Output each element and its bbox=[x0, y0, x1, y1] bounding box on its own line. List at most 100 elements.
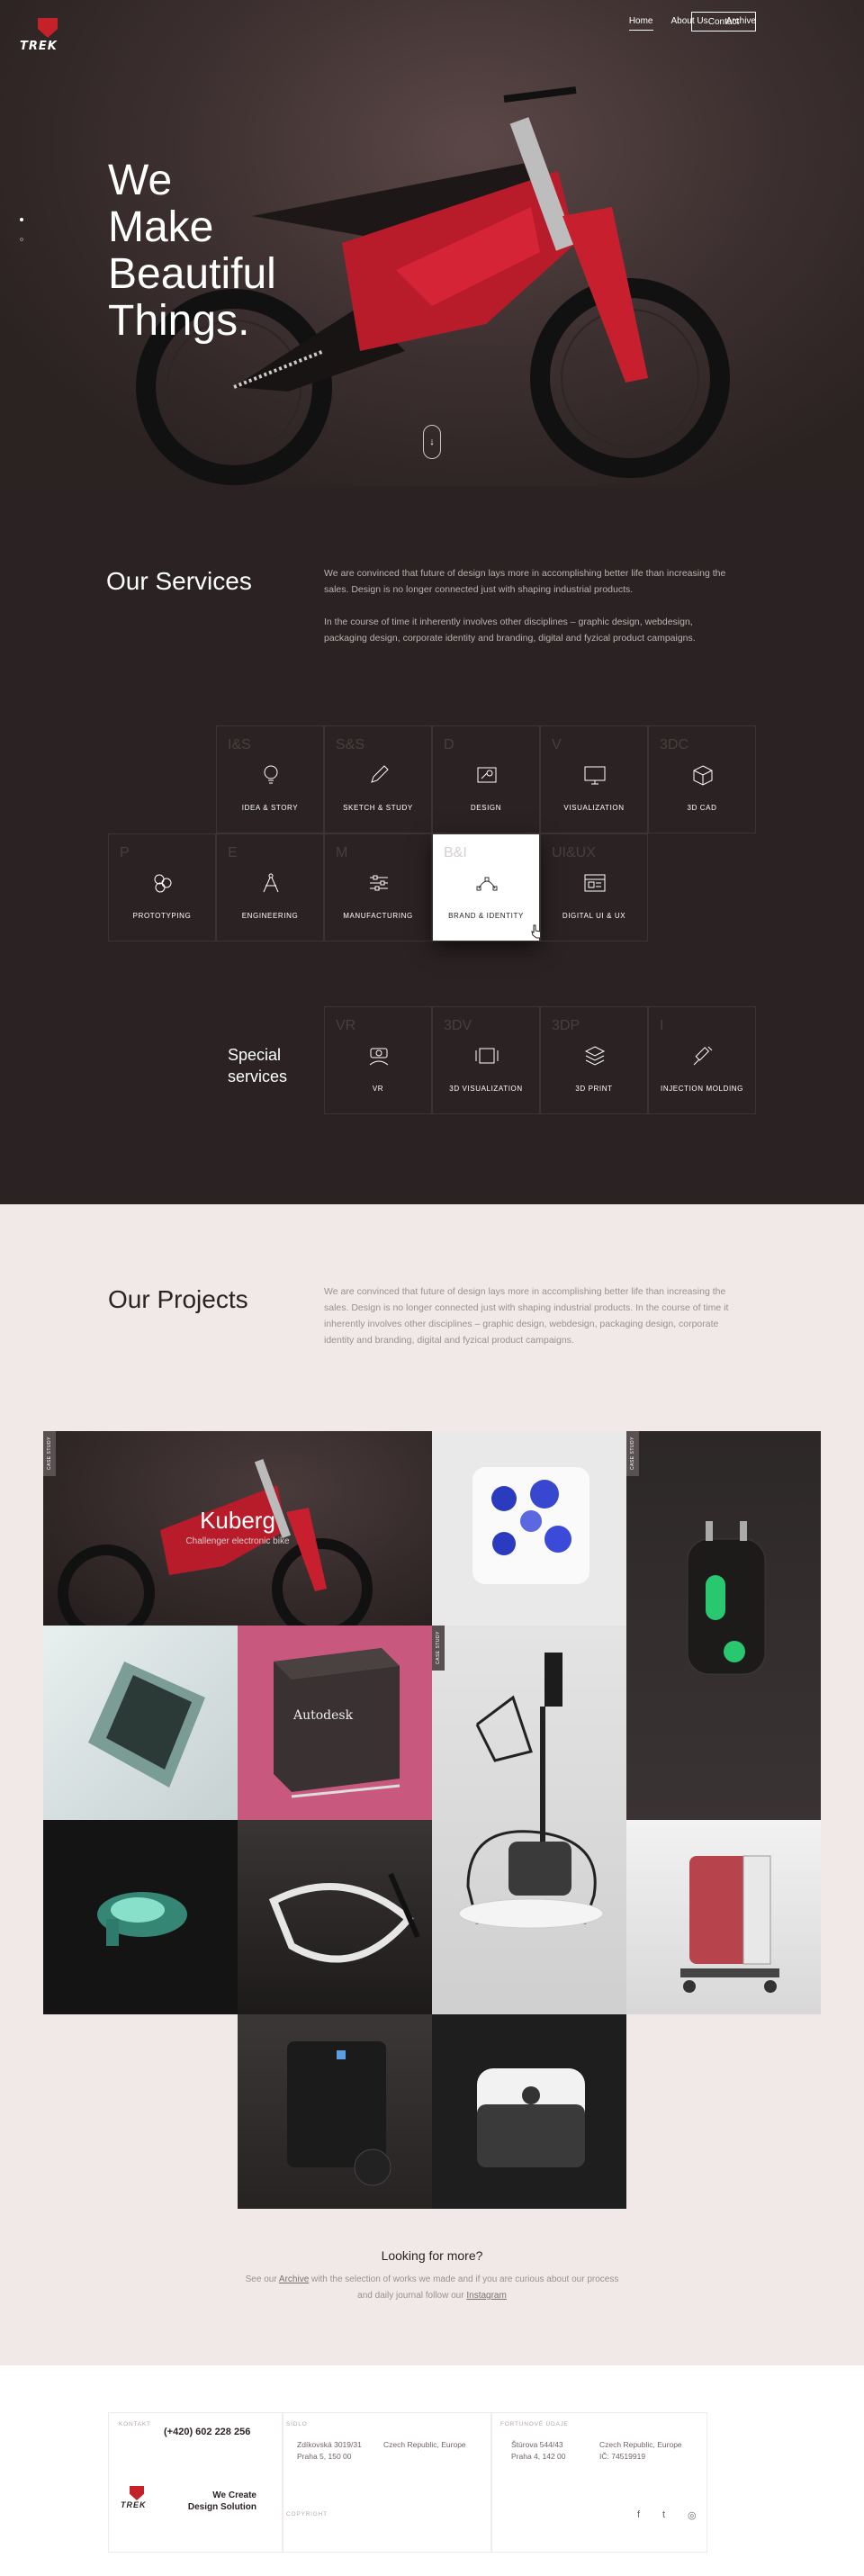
trek-logo[interactable]: TREK bbox=[20, 18, 83, 53]
services-text-2: In the course of time it inherently invo… bbox=[324, 617, 696, 644]
project-glass-panel[interactable] bbox=[43, 1626, 238, 1820]
service-letters: P bbox=[120, 845, 130, 860]
project-red-cart[interactable] bbox=[626, 1820, 821, 2014]
nav-home[interactable]: Home bbox=[628, 16, 653, 31]
scroll-down-button[interactable]: ↓ bbox=[423, 425, 441, 459]
project-black-unit[interactable] bbox=[238, 2014, 432, 2209]
contact-button[interactable]: Contact bbox=[691, 12, 756, 32]
services-text-1: We are convinced that future of design l… bbox=[324, 568, 726, 595]
footer: KONTAKT (+420) 602 228 256 TREK We Creat… bbox=[0, 2365, 864, 2576]
special-3d-print[interactable]: 3DP 3D PRINT bbox=[540, 1006, 648, 1114]
service-label: INJECTION MOLDING bbox=[661, 1085, 743, 1093]
slider-dot-active[interactable] bbox=[20, 218, 23, 221]
case-study-badge: CASE STUDY bbox=[43, 1431, 56, 1476]
project-green-lens[interactable] bbox=[43, 1820, 238, 2014]
service-label: 3D VISUALIZATION bbox=[449, 1085, 523, 1093]
service-manufacturing[interactable]: M MANUFACTURING bbox=[324, 833, 432, 941]
office-address-line2: Praha 4, 142 00 bbox=[511, 2452, 566, 2461]
monitor-icon bbox=[584, 766, 606, 785]
service-label: VISUALIZATION bbox=[563, 804, 625, 812]
service-idea-story[interactable]: I&S IDEA & STORY bbox=[216, 725, 324, 833]
service-label: ENGINEERING bbox=[241, 912, 299, 920]
hero-title: We Make Beautiful Things. bbox=[108, 157, 276, 345]
compass-icon bbox=[263, 873, 279, 893]
slider-dots bbox=[20, 218, 23, 257]
projector-image bbox=[477, 2068, 585, 2167]
project-stand[interactable]: CASE STUDY bbox=[432, 1626, 626, 2014]
sidlo-address-line2: Praha 5, 150 00 bbox=[297, 2452, 352, 2461]
shield-icon bbox=[38, 18, 58, 38]
sidlo-address-line1: Zdíkovská 3019/31 bbox=[297, 2440, 362, 2449]
services-section: Our Services We are convinced that futur… bbox=[0, 486, 864, 1204]
office-country: Czech Republic, Europe bbox=[599, 2440, 682, 2449]
shield-icon bbox=[130, 2486, 144, 2500]
service-sketch-study[interactable]: S&S SKETCH & STUDY bbox=[324, 725, 432, 833]
red-cart-image bbox=[680, 1855, 779, 1993]
service-letters: VR bbox=[336, 1018, 356, 1033]
syringe-icon bbox=[693, 1046, 713, 1066]
service-label: BRAND & IDENTITY bbox=[448, 912, 524, 920]
service-label: DESIGN bbox=[470, 804, 502, 812]
service-label: 3D CAD bbox=[687, 804, 717, 812]
project-kuberg[interactable]: CASE STUDY Kuberg Challenger electronic … bbox=[43, 1431, 432, 1626]
services-description: We are convinced that future of design l… bbox=[324, 565, 738, 646]
design-icon bbox=[477, 767, 497, 783]
green-device-image bbox=[687, 1521, 766, 1675]
service-visualization[interactable]: V VISUALIZATION bbox=[540, 725, 648, 833]
service-engineering[interactable]: E ENGINEERING bbox=[216, 833, 324, 941]
projects-title: Our Projects bbox=[108, 1285, 248, 1313]
office-label: FORTUNOVÉ ÚDAJE bbox=[500, 2421, 569, 2427]
service-letters: D bbox=[444, 737, 454, 752]
service-letters: S&S bbox=[336, 737, 365, 752]
special-3d-visualization[interactable]: 3DV 3D VISUALIZATION bbox=[432, 1006, 540, 1114]
service-letters: 3DC bbox=[660, 737, 689, 752]
project-plant-pot[interactable] bbox=[432, 1431, 626, 1626]
more-text-mid2: and daily journal follow our bbox=[357, 2291, 467, 2301]
project-green-device[interactable]: CASE STUDY bbox=[626, 1431, 821, 1820]
instagram-link[interactable]: Instagram bbox=[466, 2291, 506, 2301]
arrow-down-icon: ↓ bbox=[429, 437, 435, 447]
office-address: Štúrova 544/43 Praha 4, 142 00 bbox=[511, 2439, 566, 2463]
special-vr[interactable]: VR VR bbox=[324, 1006, 432, 1114]
service-letters: 3DP bbox=[552, 1018, 580, 1033]
service-label: DIGITAL UI & UX bbox=[562, 912, 626, 920]
service-3d-cad[interactable]: 3DC 3D CAD bbox=[648, 725, 756, 833]
service-brand-identity[interactable]: B&I BRAND & IDENTITY bbox=[432, 833, 542, 941]
service-label: PROTOTYPING bbox=[132, 912, 192, 920]
footer-logo[interactable]: TREK bbox=[121, 2486, 147, 2509]
twitter-icon[interactable]: t bbox=[662, 2509, 665, 2520]
logo-text: TREK bbox=[20, 40, 58, 53]
green-lens-image bbox=[97, 1892, 187, 1946]
project-projector[interactable] bbox=[432, 2014, 626, 2209]
service-letters: E bbox=[228, 845, 238, 860]
service-prototyping[interactable]: P PROTOTYPING bbox=[108, 833, 216, 941]
service-label: IDEA & STORY bbox=[241, 804, 299, 812]
special-services-title: Special services bbox=[228, 1046, 288, 1085]
phone-number[interactable]: (+420) 602 228 256 bbox=[164, 2427, 250, 2437]
sidlo-country: Czech Republic, Europe bbox=[383, 2440, 466, 2449]
service-digital-ui-ux[interactable]: UI&UX DIGITAL UI & UX bbox=[540, 833, 648, 941]
instagram-icon[interactable]: ◎ bbox=[688, 2509, 697, 2521]
facebook-icon[interactable]: f bbox=[637, 2509, 640, 2520]
layers-icon bbox=[584, 1046, 606, 1066]
more-text-pre: See our bbox=[245, 2274, 279, 2284]
service-design[interactable]: D DESIGN bbox=[432, 725, 540, 833]
service-label: VR bbox=[372, 1085, 384, 1093]
frame-icon bbox=[475, 1048, 499, 1064]
service-label: SKETCH & STUDY bbox=[343, 804, 413, 812]
more-text: See our Archive with the selection of wo… bbox=[0, 2272, 864, 2304]
footer-slogan: We Create Design Solution bbox=[187, 2490, 256, 2512]
hero-section: TREK Home About Us Archive Contact We Ma… bbox=[0, 0, 864, 486]
slider-dot[interactable] bbox=[20, 238, 23, 241]
archive-link[interactable]: Archive bbox=[279, 2274, 309, 2284]
case-study-badge: CASE STUDY bbox=[626, 1431, 639, 1476]
projects-section: Our Projects We are convinced that futur… bbox=[0, 1204, 864, 2365]
service-label: MANUFACTURING bbox=[343, 912, 413, 920]
special-injection-molding[interactable]: I INJECTION MOLDING bbox=[648, 1006, 756, 1114]
project-autodesk[interactable]: Autodesk bbox=[238, 1626, 432, 1820]
project-ring-light[interactable] bbox=[238, 1820, 432, 2014]
black-unit-image bbox=[287, 2041, 392, 2186]
service-letters: V bbox=[552, 737, 562, 752]
service-letters: B&I bbox=[444, 845, 467, 860]
plant-pot-image bbox=[472, 1467, 590, 1584]
